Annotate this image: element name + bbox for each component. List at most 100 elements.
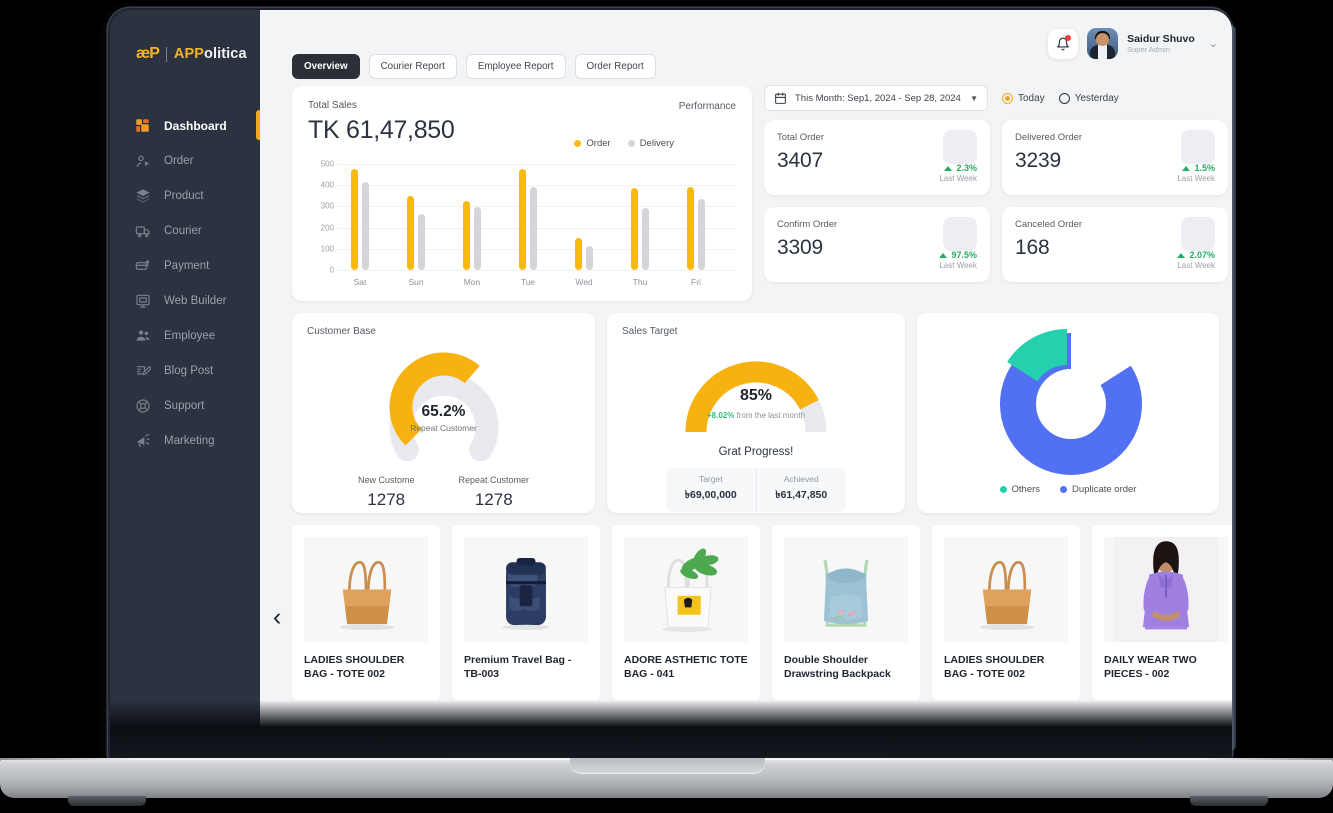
user-name: Saidur Shuvo [1127, 32, 1195, 45]
date-range-picker[interactable]: This Month: Sep1, 2024 - Sep 28, 2024 ▼ [764, 85, 988, 111]
bar-delivery [418, 214, 425, 270]
performance-label: Performance [678, 101, 736, 112]
legend-item-order: Order [574, 138, 611, 149]
user-role: Super Admin [1127, 44, 1171, 54]
sales-target-message: Grat Progress! [718, 446, 794, 458]
donut-legend-item: Duplicate order [1060, 484, 1136, 495]
grid-icon [134, 117, 151, 134]
stat-icon-placeholder [943, 130, 977, 164]
donut-legend: Others Duplicate order [932, 484, 1204, 495]
bar-order [351, 169, 358, 270]
sidebar-item-label: Marketing [164, 434, 215, 447]
bar-order [575, 237, 582, 270]
user-menu[interactable]: Saidur Shuvo Super Admin ⌄ [1048, 28, 1218, 59]
chart-plot-area: Sat Sun Mon Tue Wed Thu Fri [338, 164, 738, 287]
radio-ring [1002, 92, 1013, 104]
sales-target-gauge: 85% +8.02% from the last month [681, 357, 831, 437]
topbar: Saidur Shuvo Super Admin ⌄ Overview Couri… [260, 10, 1232, 86]
gauge-row: Customer Base 65.2% Repeat Customer New … [292, 313, 1232, 513]
customer-stat-label: Repeat Customer [458, 475, 530, 485]
target-table-col: Target ৳69,00,000 [666, 468, 756, 512]
sidebar-item-web-builder[interactable]: Web Builder [110, 283, 260, 318]
bar-order [687, 186, 694, 270]
laptop-foot-right [1190, 796, 1268, 806]
trend-up-icon [944, 165, 953, 171]
tab-order-report[interactable]: Order Report [574, 54, 656, 79]
sales-bar-chart: 500 400 300 200 100 0 Sat Sun Mon Tue Wed Thu Fri [308, 160, 738, 292]
product-image [464, 537, 588, 642]
brand-divider [165, 46, 167, 62]
box-icon [134, 187, 151, 204]
brand-logo[interactable]: æP APPolitica [110, 34, 260, 68]
chevron-down-icon[interactable]: ⌄ [1209, 37, 1218, 50]
stat-card-canceled-order: Canceled Order 168 2.07% Last Week [1002, 207, 1228, 282]
stat-delta-percent: 97.5% [951, 249, 977, 260]
legend-dot [574, 140, 582, 147]
bar-order [519, 169, 526, 270]
notification-bell-button[interactable] [1048, 28, 1079, 59]
bar-group: Sat [342, 164, 378, 287]
product-card[interactable]: Premium Travel Bag - TB-003 [452, 525, 600, 700]
legend-label: Delivery [639, 138, 674, 149]
legend-label: Duplicate order [1072, 484, 1137, 495]
sidebar-item-blog-post[interactable]: Blog Post [110, 353, 260, 388]
trend-up-icon [939, 252, 948, 258]
product-card[interactable]: Double Shoulder Drawstring Backpack [772, 525, 920, 700]
customer-stat: Repeat Customer 1278 [458, 475, 529, 510]
y-axis-tick: 200 [320, 223, 334, 233]
trend-up-icon [1182, 165, 1191, 171]
stat-icon-placeholder [943, 217, 977, 251]
radio-today[interactable]: Today [1002, 92, 1045, 104]
stats-column: This Month: Sep1, 2024 - Sep 28, 2024 ▼ … [764, 85, 1232, 301]
donut-legend-item: Others [999, 484, 1041, 495]
sidebar-item-dashboard[interactable]: Dashboard [110, 108, 261, 143]
sidebar-item-order[interactable]: Order [110, 143, 260, 178]
avatar-face [1096, 33, 1110, 46]
product-image [944, 537, 1068, 642]
sidebar-item-courier[interactable]: Courier [110, 213, 260, 248]
product-card[interactable]: DAILY WEAR TWO PIECES - 002 [1092, 525, 1232, 700]
legend-item-delivery: Delivery [627, 138, 674, 149]
x-axis-label: Sat [353, 277, 367, 287]
carousel-prev-button[interactable]: ‹ [273, 603, 281, 632]
legend-label: Others [1011, 484, 1041, 495]
sidebar-item-product[interactable]: Product [110, 178, 260, 213]
bar-delivery [698, 198, 705, 270]
x-axis-label: Mon [463, 277, 481, 287]
product-image [304, 537, 428, 642]
legend-label: Order [586, 138, 611, 149]
sidebar-nav: Dashboard Order Product Courier Payment Web B… [110, 108, 261, 458]
customer-stat-value: 1278 [474, 490, 513, 509]
bar-group: Tue [510, 164, 546, 287]
legend-dot [1060, 486, 1068, 493]
top-row: Total Sales Performance TK 61,47,850 Ord… [292, 85, 1232, 301]
target-table-value: ৳61,47,850 [775, 489, 828, 501]
product-card[interactable]: ADORE ASTHETIC TOTE BAG - 041 [612, 525, 760, 700]
sales-target-delta: +8.02% from the last month [681, 411, 831, 420]
stat-delta-percent: 1.5% [1194, 162, 1215, 173]
sidebar-item-employee[interactable]: Employee [110, 318, 260, 353]
stat-delta-row: 97.5% [939, 250, 977, 261]
laptop-base [0, 758, 1333, 806]
avatar[interactable] [1087, 28, 1119, 59]
tab-employee-report[interactable]: Employee Report [465, 54, 566, 79]
stat-delta-row: 2.3% [939, 163, 977, 174]
sidebar-item-support[interactable]: Support [110, 388, 260, 423]
tab-overview[interactable]: Overview [292, 54, 360, 79]
sidebar-item-marketing[interactable]: Marketing [110, 423, 260, 458]
product-card[interactable]: LADIES SHOULDER BAG - TOTE 002 [292, 525, 440, 700]
target-table-head: Target [698, 474, 723, 484]
customer-base-card: Customer Base 65.2% Repeat Customer New … [292, 313, 595, 513]
sidebar-item-payment[interactable]: Payment [110, 248, 260, 283]
total-sales-title: Total Sales [308, 100, 357, 111]
bar-order [463, 201, 470, 270]
product-image [624, 537, 748, 642]
bar-order [407, 196, 414, 270]
product-card[interactable]: LADIES SHOULDER BAG - TOTE 002 [932, 525, 1080, 700]
bar-group: Mon [454, 164, 490, 287]
tab-courier-report[interactable]: Courier Report [368, 54, 457, 79]
laptop-base-notch [570, 758, 765, 774]
radio-yesterday[interactable]: Yesterday [1058, 92, 1119, 104]
customer-base-stats: New Custome 1278 Repeat Customer 1278 [307, 475, 580, 510]
sales-target-title: Sales Target [622, 326, 678, 337]
